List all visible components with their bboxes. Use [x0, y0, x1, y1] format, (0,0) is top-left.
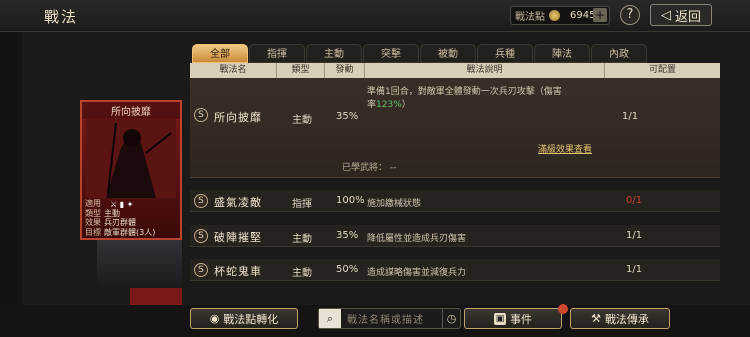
col-type: 類型: [277, 63, 325, 78]
card-info-key: 效果: [85, 218, 101, 227]
tactic-type: 主動: [292, 268, 312, 279]
table-row[interactable]: S 盛氣凌敵 指揮 100% 施加繳械狀態 0/1: [190, 190, 720, 212]
desc-text: ）: [401, 100, 411, 110]
rank-badge: S: [194, 229, 208, 243]
tab-all[interactable]: 全部: [192, 44, 248, 63]
search-input[interactable]: 戰法名稱或描述: [341, 311, 424, 326]
damage-rate-value: 123%: [376, 100, 402, 110]
table-row[interactable]: S 杯蛇鬼車 主動 50% 造成謀略傷害並減復兵力 1/1: [190, 259, 720, 281]
tactic-name: 盛氣凌敵: [214, 196, 262, 209]
table-header: 戰法名 類型 發動 戰法說明 可配置: [190, 63, 720, 78]
card-info: 適用 類型 主動 效果 兵刃群體 目標 敵軍群體(3人): [85, 199, 155, 237]
card-name: 所向披靡: [82, 102, 180, 119]
inherit-tactic-button[interactable]: ⚒ 戰法傳承: [570, 308, 670, 329]
category-tabs: 全部 指揮 主動 突擊 被動 兵種 陣法 內政: [192, 44, 648, 63]
tactic-rate: 35%: [336, 230, 359, 241]
tactic-rate: 50%: [336, 264, 359, 275]
tactic-type: 指揮: [292, 199, 312, 210]
tactic-name: 破陣摧堅: [214, 231, 262, 244]
table-row[interactable]: S 破陣摧堅 主動 35% 降低屬性並造成兵刃傷害 1/1: [190, 225, 720, 247]
tactic-rate: 35%: [336, 111, 359, 122]
back-button[interactable]: ◁ 返回: [650, 4, 712, 26]
event-label: 事件: [510, 312, 532, 326]
page-title: 戰法: [44, 8, 79, 26]
card-info-key: 類型: [85, 208, 101, 218]
tab-assault[interactable]: 突擊: [363, 44, 419, 63]
event-button[interactable]: ▣ 事件: [464, 308, 562, 329]
tactic-name: 所向披靡: [214, 111, 262, 124]
search-bar[interactable]: ⌕ 戰法名稱或描述: [318, 308, 461, 329]
help-button[interactable]: ?: [620, 5, 640, 25]
background-card: [97, 240, 182, 288]
rank-badge: S: [194, 194, 208, 208]
card-info-value: 主動: [104, 208, 120, 218]
inherit-label: 戰法傳承: [604, 312, 649, 326]
left-edge-decoration: [0, 32, 22, 337]
top-bar: 戰法 戰法點 6945 + ? ◁ 返回: [0, 0, 750, 32]
rank-badge: S: [194, 263, 208, 277]
tactic-card[interactable]: 所向披靡 ⚔ ▮ ✦ 適用 類型 主動 效果 兵刃群體 目標 敵軍群體(3人): [80, 100, 182, 240]
card-info-value: 敵軍群體(3人): [104, 227, 156, 237]
card-info-key: 適用: [85, 199, 101, 208]
rank-badge: S: [194, 108, 208, 122]
points-value: 6945: [570, 10, 596, 21]
back-label: 返回: [674, 9, 701, 25]
table-row-expanded[interactable]: S 所向披靡 主動 35% 準備1回合，對敵軍全體發動一次兵刃攻擊（傷害 率12…: [190, 78, 720, 178]
tactic-desc-line2: 率123%）: [367, 97, 411, 110]
tab-internal[interactable]: 內政: [591, 44, 647, 63]
tactic-type: 主動: [292, 115, 312, 126]
event-icon: ▣: [494, 312, 506, 325]
col-desc: 戰法說明: [365, 63, 605, 78]
hammer-icon: ⚒: [591, 312, 601, 325]
coin-icon: [549, 10, 560, 21]
tactic-rate: 100%: [336, 195, 365, 206]
tab-passive[interactable]: 被動: [420, 44, 476, 63]
tactic-desc: 施加繳械狀態: [367, 199, 422, 209]
tactic-type: 主動: [292, 234, 312, 245]
tactic-desc: 降低屬性並造成兵刃傷害: [367, 234, 467, 244]
config-count: 0/1: [626, 195, 643, 206]
tab-active[interactable]: 主動: [306, 44, 362, 63]
tab-formation[interactable]: 陣法: [534, 44, 590, 63]
points-label: 戰法點: [515, 12, 545, 23]
tactic-name: 杯蛇鬼車: [214, 265, 262, 278]
convert-icon: ◉: [209, 312, 220, 325]
back-arrow-icon: ◁: [660, 7, 671, 23]
tactic-desc: 造成謀略傷害並減復兵力: [367, 268, 467, 278]
desc-text: 率: [367, 100, 377, 110]
search-icon[interactable]: ⌕: [319, 309, 341, 328]
max-level-effect-link[interactable]: 滿級效果查看: [538, 142, 592, 155]
notification-badge: [558, 304, 568, 314]
card-info-value: 兵刃群體: [104, 218, 136, 227]
history-clock-icon[interactable]: ◷: [442, 309, 460, 328]
card-info-key: 目標: [85, 227, 101, 237]
add-points-button[interactable]: +: [593, 8, 607, 22]
convert-points-button[interactable]: ◉ 戰法點轉化: [190, 308, 298, 329]
learned-generals: 已學武將： --: [342, 163, 397, 173]
tactic-desc: 準備1回合，對敵軍全體發動一次兵刃攻擊（傷害: [367, 87, 562, 97]
tab-troop[interactable]: 兵種: [477, 44, 533, 63]
config-count: 1/1: [626, 230, 643, 241]
col-name: 戰法名: [190, 63, 277, 78]
config-count: 1/1: [626, 264, 643, 275]
config-count: 1/1: [622, 111, 639, 122]
col-trigger: 發動: [325, 63, 365, 78]
tab-command[interactable]: 指揮: [249, 44, 305, 63]
convert-label: 戰法點轉化: [223, 312, 279, 326]
warrior-portrait-icon: [86, 118, 176, 198]
col-config: 可配置: [605, 63, 720, 78]
